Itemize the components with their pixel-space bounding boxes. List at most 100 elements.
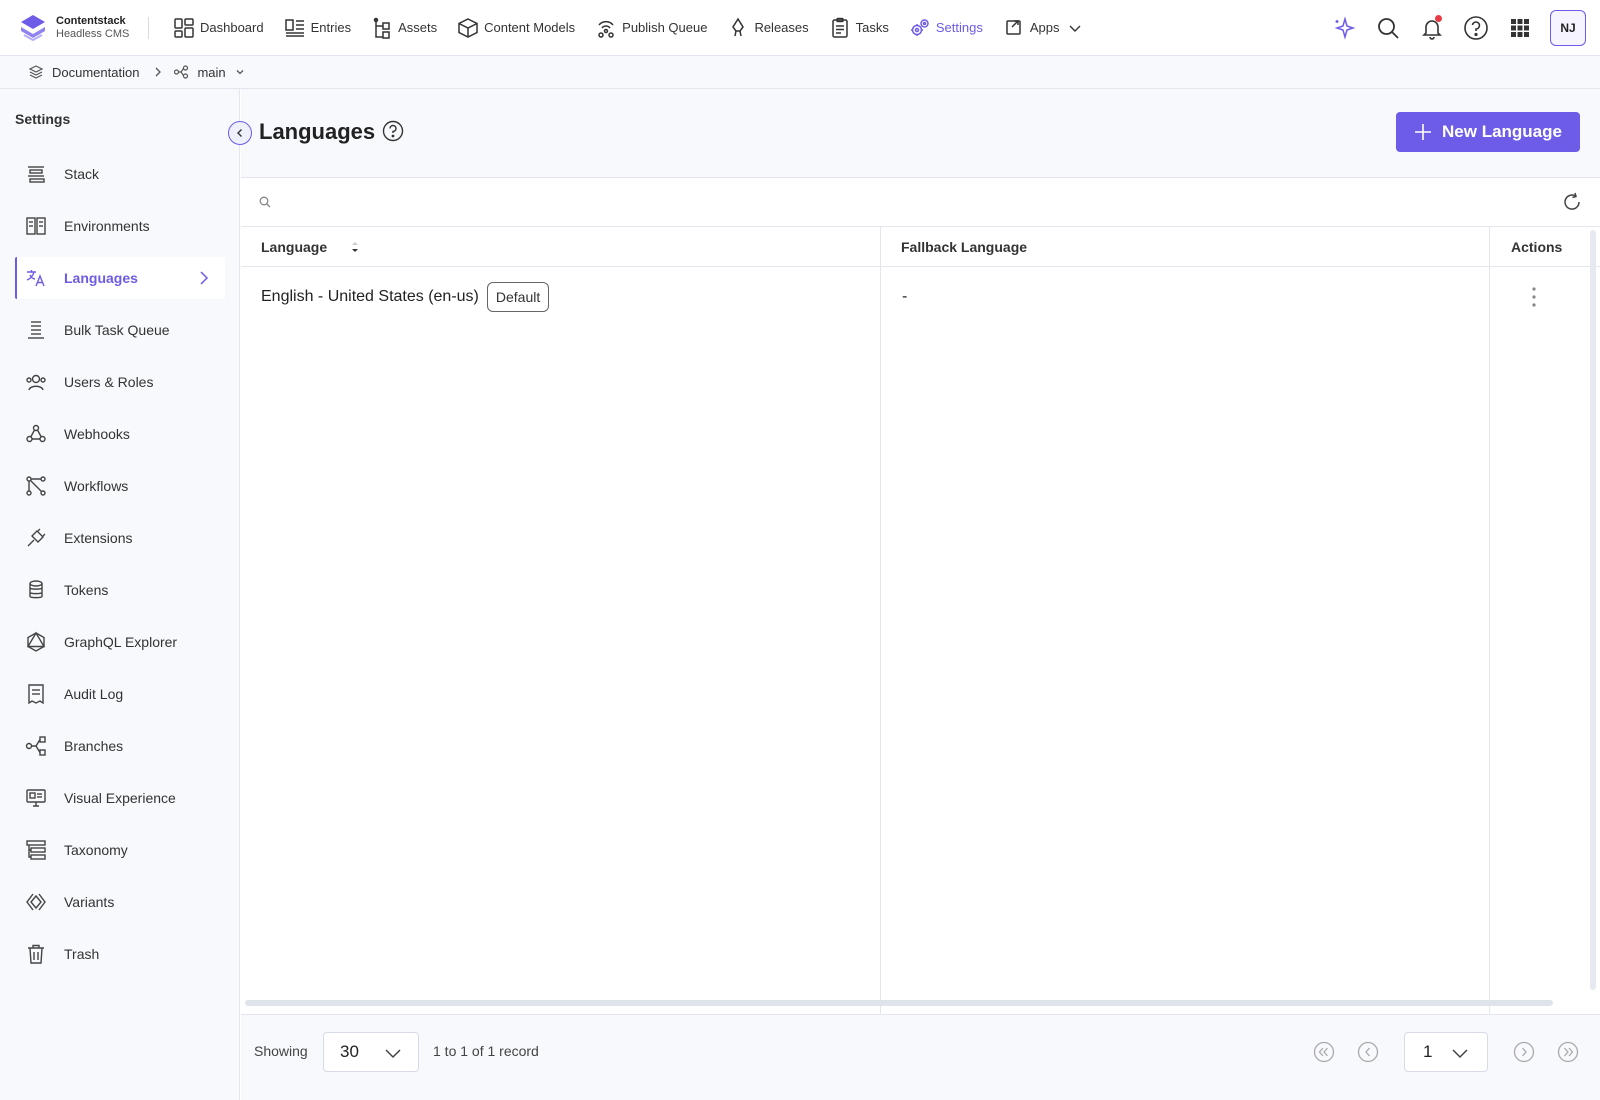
nav-entries[interactable]: Entries [274,0,361,56]
sidebar-item-variants[interactable]: Variants [15,881,225,923]
sidebar-item-label: Visual Experience [64,790,176,806]
stack-layers-icon [28,65,44,79]
nav-apps[interactable]: Apps [993,0,1092,56]
vertical-scrollbar[interactable] [1590,230,1596,990]
nav-content-models-label: Content Models [484,20,576,35]
broadcast-icon [598,20,614,38]
workflow-icon [26,476,46,496]
row-actions-button[interactable] [1531,268,1537,326]
sidebar-item-visual-experience[interactable]: Visual Experience [15,777,225,819]
page-number-select[interactable]: 1 [1404,1032,1488,1072]
first-page-button[interactable] [1312,1040,1336,1064]
collapse-sidebar-button[interactable] [228,121,252,145]
chevron-left-icon [237,129,242,137]
sidebar-item-workflows[interactable]: Workflows [15,465,225,507]
sidebar-item-stack[interactable]: Stack [15,153,225,195]
dashboard-icon [174,17,194,38]
table-search-bar [241,178,1600,227]
nav-dashboard[interactable]: Dashboard [163,0,274,56]
sidebar-item-label: Tokens [64,582,109,598]
sort-icon[interactable] [349,240,361,254]
search-button[interactable] [1370,10,1406,46]
nav-publish-queue[interactable]: Publish Queue [585,0,717,56]
sidebar-item-label: GraphQL Explorer [64,634,178,650]
users-icon [26,374,46,391]
sidebar-item-label: Webhooks [64,426,130,442]
column-header-actions: Actions [1511,239,1563,255]
brand[interactable]: Contentstack Headless CMS [0,0,148,56]
chevron-down-icon [385,1049,401,1059]
ai-sparkle-button[interactable] [1326,10,1362,46]
sidebar-item-users-roles[interactable]: Users & Roles [15,361,225,403]
column-header-language[interactable]: Language [261,227,361,267]
search-icon [259,196,271,208]
kebab-menu-icon [1532,287,1536,307]
pagination: 1 [1302,1032,1590,1072]
table-search-input[interactable] [277,188,1477,216]
sidebar-item-languages[interactable]: Languages [15,257,225,299]
sidebar-item-label: Extensions [64,530,133,546]
last-page-button[interactable] [1556,1040,1580,1064]
page-size-select[interactable]: 30 [323,1032,419,1072]
user-avatar[interactable]: NJ [1550,10,1586,46]
chevron-down-icon [1452,1049,1468,1059]
help-button[interactable] [1458,10,1494,46]
app-switcher-button[interactable] [1502,10,1538,46]
sidebar-list: Stack Environments Languages Bulk Task Q… [15,153,225,985]
table-row[interactable]: English - United States (en-us) Default … [241,268,1600,326]
fallback-language-cell: - [902,288,908,305]
sidebar-item-graphql-explorer[interactable]: GraphQL Explorer [15,621,225,663]
help-icon [382,120,404,142]
nav-settings[interactable]: Settings [899,0,993,56]
sidebar-item-audit-log[interactable]: Audit Log [15,673,225,715]
apps-icon [1006,19,1021,35]
chevron-down-icon[interactable] [234,66,246,78]
plus-icon [1415,124,1432,140]
nav-releases[interactable]: Releases [717,0,818,56]
sidebar-item-taxonomy[interactable]: Taxonomy [15,829,225,871]
page-size-value: 30 [340,1042,359,1061]
showing-label: Showing [254,1043,308,1059]
refresh-button[interactable] [1562,192,1582,212]
nav-assets[interactable]: Assets [361,0,447,56]
sidebar-item-webhooks[interactable]: Webhooks [15,413,225,455]
new-language-button[interactable]: New Language [1396,112,1580,152]
stack-icon [28,166,45,183]
sidebar-item-branches[interactable]: Branches [15,725,225,767]
previous-page-button[interactable] [1356,1040,1380,1064]
translate-icon [26,270,45,287]
sidebar-item-extensions[interactable]: Extensions [15,517,225,559]
chevron-left-icon [1357,1041,1379,1063]
plug-icon [27,528,46,547]
sidebar-item-trash[interactable]: Trash [15,933,225,975]
nav-content-models[interactable]: Content Models [447,0,585,56]
nav-tasks-label: Tasks [855,20,889,35]
sidebar-item-environments[interactable]: Environments [15,205,225,247]
brand-name: Contentstack [56,14,126,27]
monitor-icon [26,789,46,807]
horizontal-scrollbar[interactable] [245,1000,1553,1006]
page-title: Languages [259,119,376,144]
notification-dot [1435,15,1442,22]
notifications-button[interactable] [1414,10,1450,46]
sidebar-item-label: Variants [64,894,115,910]
page-help-button[interactable] [382,120,404,142]
sidebar-item-label: Users & Roles [64,374,154,390]
breadcrumb-stack[interactable]: Documentation [52,65,139,80]
sidebar-item-tokens[interactable]: Tokens [15,569,225,611]
sidebar-item-bulk-task-queue[interactable]: Bulk Task Queue [15,309,225,351]
default-badge: Default [486,282,550,312]
contentstack-logo-icon [21,14,45,41]
column-divider [1489,227,1490,1015]
double-chevron-right-icon [1557,1041,1579,1063]
clipboard-icon [831,17,848,38]
nav-tasks[interactable]: Tasks [819,0,899,56]
environments-icon [26,217,46,235]
next-page-button[interactable] [1512,1040,1536,1064]
current-page: 1 [1423,1042,1433,1061]
sidebar-item-label: Languages [64,270,138,286]
breadcrumb-branch[interactable]: main [197,65,225,80]
record-range: 1 to 1 of 1 record [433,1043,539,1059]
chevron-down-icon [1069,25,1080,32]
cube-icon [458,17,478,38]
